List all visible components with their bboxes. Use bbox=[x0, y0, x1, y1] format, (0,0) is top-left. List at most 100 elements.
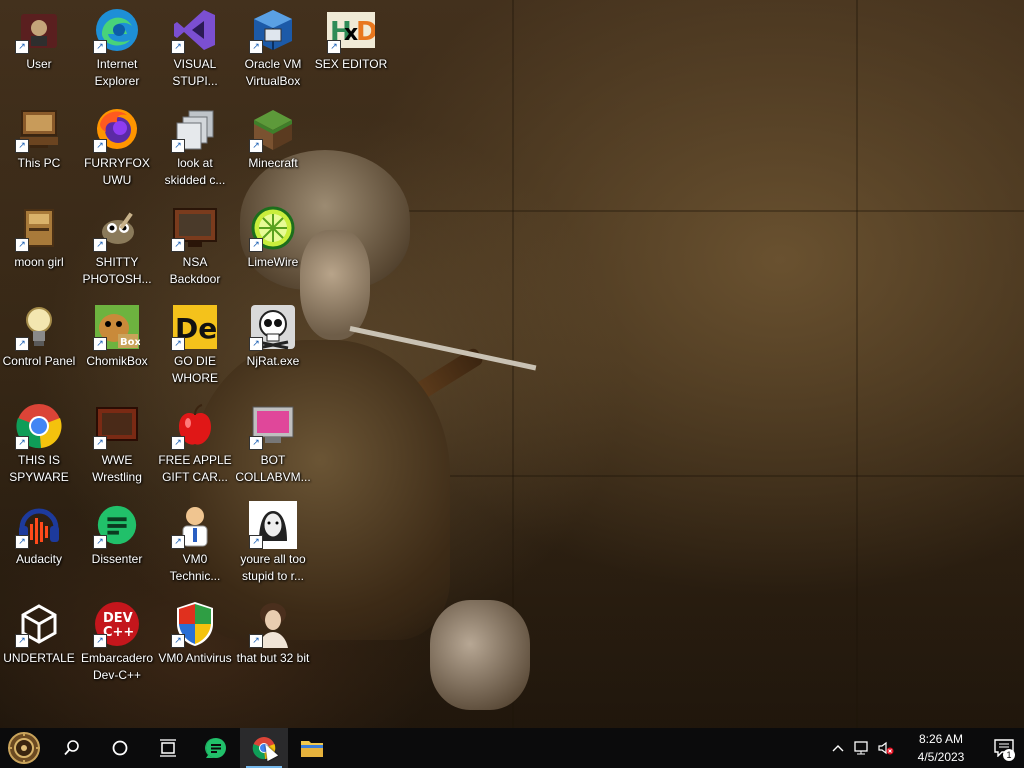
cortana-button[interactable] bbox=[96, 728, 144, 768]
chrome-icon: ↗ bbox=[15, 402, 63, 450]
taskbar-dissenter-button[interactable] bbox=[192, 728, 240, 768]
svg-text:C++: C++ bbox=[103, 625, 134, 640]
shortcut-arrow-icon: ↗ bbox=[15, 238, 29, 252]
lady-portrait-icon: ↗ bbox=[249, 600, 297, 648]
shortcut-arrow-icon: ↗ bbox=[171, 238, 185, 252]
desktop-icon-chomikbox[interactable]: Box ↗ ChomikBox bbox=[78, 299, 156, 397]
desktop-icon-label: SHITTY PHOTOSH... bbox=[82, 255, 152, 286]
shortcut-arrow-icon: ↗ bbox=[15, 139, 29, 153]
desktop-icon-label: GO DIE WHORE bbox=[172, 354, 218, 385]
desktop-icon-label: Minecraft bbox=[248, 156, 298, 170]
pink-monitor-icon: ↗ bbox=[249, 402, 297, 450]
network-status-button[interactable] bbox=[850, 728, 874, 768]
limewire-icon: ↗ bbox=[249, 204, 297, 252]
task-view-button[interactable] bbox=[144, 728, 192, 768]
taskbar-file-explorer-button[interactable] bbox=[288, 728, 336, 768]
desktop-icon-wwe[interactable]: ↗ WWE Wrestling bbox=[78, 398, 156, 496]
desktop-icon-label: Control Panel bbox=[2, 354, 76, 368]
desktop-icon-label: youre all too stupid to r... bbox=[240, 552, 306, 583]
desktop-icon-label: User bbox=[26, 57, 52, 71]
desktop-icon-undertale[interactable]: ↗ UNDERTALE bbox=[0, 596, 78, 694]
desktop-icon-gimp[interactable]: ↗ SHITTY PHOTOSH... bbox=[78, 200, 156, 298]
desktop-icon-label: ChomikBox bbox=[86, 354, 148, 368]
devcpp-icon: DEV C++ ↗ bbox=[93, 600, 141, 648]
desktop-icon-look-at[interactable]: ↗ look at skidded c... bbox=[156, 101, 234, 199]
doctor-icon: ↗ bbox=[171, 501, 219, 549]
desktop-icon-label: UNDERTALE bbox=[3, 651, 75, 665]
svg-text:D: D bbox=[356, 17, 375, 47]
hxd-icon: Hx D ↗ bbox=[327, 6, 375, 54]
clock-date: 4/5/2023 bbox=[917, 750, 965, 764]
desktop-icon-audacity[interactable]: ↗ Audacity bbox=[0, 497, 78, 595]
desktop-icon-label: Internet Explorer bbox=[94, 57, 140, 88]
monitor-icon: ↗ bbox=[171, 204, 219, 252]
desktop-icon-internet-explorer[interactable]: ↗ Internet Explorer bbox=[78, 2, 156, 100]
visual-studio-icon: ↗ bbox=[171, 6, 219, 54]
desktop-icon-control-panel[interactable]: ↗ Control Panel bbox=[0, 299, 78, 397]
desktop-icon-minecraft[interactable]: ↗ Minecraft bbox=[234, 101, 312, 199]
apple-icon: ↗ bbox=[171, 402, 219, 450]
show-hidden-icons-button[interactable] bbox=[826, 728, 850, 768]
notification-count-badge: 1 bbox=[1003, 749, 1015, 761]
desktop-icon-label: that but 32 bit bbox=[236, 651, 310, 665]
user-folder-icon: ↗ bbox=[15, 6, 63, 54]
desktop-icon-this-pc[interactable]: ↗ This PC bbox=[0, 101, 78, 199]
start-button[interactable] bbox=[0, 728, 48, 768]
desktop-icon-that-but-32[interactable]: ↗ that but 32 bit bbox=[234, 596, 312, 694]
shortcut-arrow-icon: ↗ bbox=[93, 40, 107, 54]
desktop-icon-dissenter[interactable]: ↗ Dissenter bbox=[78, 497, 156, 595]
volume-button[interactable] bbox=[874, 728, 898, 768]
desktop-icon-label: Oracle VM VirtualBox bbox=[244, 57, 302, 88]
desktop-icon-label: moon girl bbox=[14, 255, 64, 269]
shortcut-arrow-icon: ↗ bbox=[171, 634, 185, 648]
shortcut-arrow-icon: ↗ bbox=[249, 535, 263, 549]
audacity-icon: ↗ bbox=[15, 501, 63, 549]
action-center-button[interactable]: 1 bbox=[984, 728, 1024, 768]
desktop-icon-vm0-tech[interactable]: ↗ VM0 Technic... bbox=[156, 497, 234, 595]
folder-icon bbox=[301, 741, 323, 757]
desktop-icon-go-die[interactable]: De ↗ GO DIE WHORE bbox=[156, 299, 234, 397]
shortcut-arrow-icon: ↗ bbox=[171, 139, 185, 153]
taskbar-search-button[interactable] bbox=[48, 728, 96, 768]
cortana-circle-icon bbox=[112, 740, 128, 756]
desktop-icon-hxd[interactable]: Hx D ↗ SEX EDITOR bbox=[312, 2, 390, 100]
desktop-icon-label: This PC bbox=[17, 156, 61, 170]
shortcut-arrow-icon: ↗ bbox=[249, 40, 263, 54]
desktop-icon-label: VM0 Antivirus bbox=[158, 651, 232, 665]
shortcut-arrow-icon: ↗ bbox=[171, 436, 185, 450]
desktop-icon-firefox[interactable]: ↗ FURRYFOX UWU bbox=[78, 101, 156, 199]
wallpaper-hand bbox=[430, 600, 530, 710]
desktop-icon-user[interactable]: ↗ User bbox=[0, 2, 78, 100]
shortcut-arrow-icon: ↗ bbox=[249, 238, 263, 252]
desktop-icon-vm0-antivirus[interactable]: ↗ VM0 Antivirus bbox=[156, 596, 234, 694]
taskbar-clock[interactable]: 8:26 AM 4/5/2023 bbox=[906, 730, 976, 766]
desktop-icon-apple-gift[interactable]: ↗ FREE APPLE GIFT CAR... bbox=[156, 398, 234, 496]
desktop-icon-label: LimeWire bbox=[247, 255, 299, 269]
shortcut-arrow-icon: ↗ bbox=[327, 40, 341, 54]
portrait-sketch-icon: ↗ bbox=[249, 501, 297, 549]
desktop-icon-njrat[interactable]: ↗ NjRat.exe bbox=[234, 299, 312, 397]
desktop-icon-visual-studio[interactable]: ↗ VISUAL STUPI... bbox=[156, 2, 234, 100]
desktop-icon-youre-all[interactable]: ↗ youre all too stupid to r... bbox=[234, 497, 312, 595]
wallpaper-pipe bbox=[349, 326, 537, 371]
desktop-icon-label: Dissenter bbox=[91, 552, 143, 566]
chevron-up-icon bbox=[832, 745, 844, 752]
desktop-icon-limewire[interactable]: ↗ LimeWire bbox=[234, 200, 312, 298]
desktop-icon-label: VISUAL STUPI... bbox=[172, 57, 218, 88]
volume-muted-icon bbox=[878, 741, 894, 755]
desktop-icon-virtualbox[interactable]: ↗ Oracle VM VirtualBox bbox=[234, 2, 312, 100]
book-folder-icon: ↗ bbox=[15, 204, 63, 252]
desktop-icon-moon-girl[interactable]: ↗ moon girl bbox=[0, 200, 78, 298]
desktop-icon-chrome-spyware[interactable]: ↗ THIS IS SPYWARE bbox=[0, 398, 78, 496]
shortcut-arrow-icon: ↗ bbox=[15, 40, 29, 54]
desktop-icon-bot-collabvm[interactable]: ↗ BOT COLLABVM... bbox=[234, 398, 312, 496]
lightbulb-icon: ↗ bbox=[15, 303, 63, 351]
desktop-icon-label: Audacity bbox=[15, 552, 63, 566]
shortcut-arrow-icon: ↗ bbox=[171, 535, 185, 549]
skull-icon: ↗ bbox=[249, 303, 297, 351]
firefox-icon: ↗ bbox=[93, 105, 141, 153]
network-icon bbox=[854, 741, 868, 755]
desktop-icon-devcpp[interactable]: DEV C++ ↗ Embarcadero Dev-C++ bbox=[78, 596, 156, 694]
desktop-icon-nsa-backdoor[interactable]: ↗ NSA Backdoor bbox=[156, 200, 234, 298]
desktop-icon-label: NjRat.exe bbox=[246, 354, 300, 368]
